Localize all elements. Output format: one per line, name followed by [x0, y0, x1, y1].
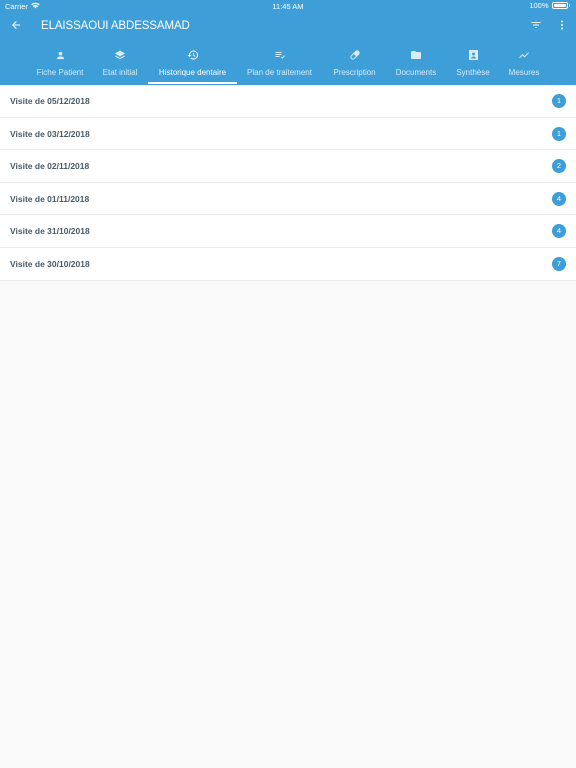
status-time: 11:45 AM [272, 2, 304, 11]
page-title: ELAISSAOUI ABDESSAMAD [41, 20, 190, 32]
visit-row[interactable]: Visite de 01/11/2018 4 [0, 182, 576, 216]
tab-mesures[interactable]: Mesures [506, 43, 542, 85]
playlist-check-icon [273, 48, 287, 62]
visit-label: Visite de 31/10/2018 [10, 226, 90, 237]
filter-icon [530, 18, 542, 36]
battery-tip [568, 4, 570, 7]
tab-prescription[interactable]: Prescription [330, 43, 379, 85]
tab-documents[interactable]: Documents [393, 43, 439, 85]
tab-bar: Fiche Patient Etat initial Historique de… [0, 43, 576, 85]
app-header: Carrier 11:45 AM 100% ELAISSAOUI ABDESSA… [0, 0, 576, 85]
tab-label: Synthèse [456, 68, 490, 77]
contact-card-icon [466, 48, 480, 62]
back-button[interactable] [6, 17, 26, 37]
tab-plan-de-traitement[interactable]: Plan de traitement [243, 43, 316, 85]
visit-row[interactable]: Visite de 31/10/2018 4 [0, 215, 576, 248]
person-icon [53, 48, 67, 62]
visit-label: Visite de 01/11/2018 [10, 193, 90, 204]
tab-etat-initial[interactable]: Etat initial [97, 43, 143, 85]
visit-list: Visite de 05/12/2018 1 Visite de 03/12/2… [0, 85, 576, 281]
visit-label: Visite de 30/10/2018 [10, 258, 90, 269]
battery-info: 100% [529, 1, 570, 10]
tab-label: Mesures [508, 68, 540, 77]
visit-label: Visite de 02/11/2018 [10, 161, 90, 172]
arrow-left-icon [10, 18, 22, 36]
filter-button[interactable] [526, 17, 546, 37]
tab-synthese[interactable]: Synthèse [453, 43, 493, 85]
battery-percent: 100% [529, 1, 549, 10]
tab-label: Historique dentaire [158, 68, 227, 77]
tab-historique-dentaire[interactable]: Historique dentaire [148, 43, 237, 85]
tab-fiche-patient[interactable]: Fiche Patient [29, 43, 91, 85]
visit-label: Visite de 03/12/2018 [10, 128, 90, 139]
more-options-button[interactable] [552, 17, 572, 37]
visit-count-badge: 4 [552, 191, 566, 206]
layers-icon [113, 48, 127, 62]
history-icon [186, 48, 200, 62]
visit-row[interactable]: Visite de 03/12/2018 1 [0, 117, 576, 151]
active-tab-indicator [148, 82, 237, 84]
visit-count-badge: 1 [552, 94, 566, 108]
more-vertical-icon [556, 18, 568, 36]
tab-label: Documents [395, 68, 437, 77]
tab-label: Prescription [333, 68, 376, 77]
visit-row[interactable]: Visite de 05/12/2018 1 [0, 85, 576, 118]
visit-label: Visite de 05/12/2018 [10, 96, 90, 106]
visit-count-badge: 7 [552, 256, 566, 271]
folder-icon [409, 48, 423, 62]
pill-icon [348, 48, 362, 62]
visit-row[interactable]: Visite de 02/11/2018 2 [0, 150, 576, 183]
visit-row[interactable]: Visite de 30/10/2018 7 [0, 247, 576, 281]
status-bar: Carrier 11:45 AM 100% [0, 0, 576, 12]
visit-count-badge: 1 [552, 126, 566, 141]
battery-icon [551, 2, 568, 9]
tab-label: Plan de traitement [247, 68, 312, 77]
visit-count-badge: 2 [552, 159, 566, 174]
trending-up-icon [517, 48, 531, 62]
visit-count-badge: 4 [552, 224, 566, 239]
